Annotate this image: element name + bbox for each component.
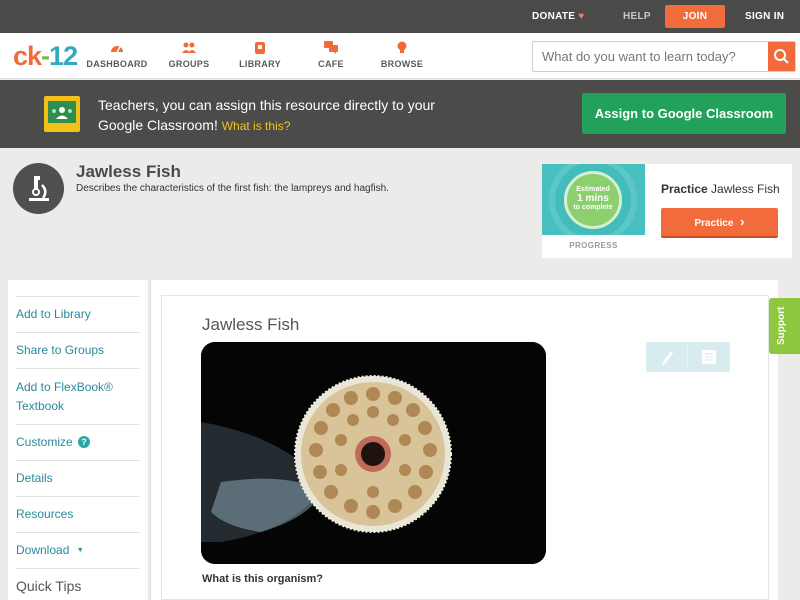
donate-label: DONATE xyxy=(532,11,576,22)
cafe-icon xyxy=(324,41,338,54)
concept-description: Describes the characteristics of the fir… xyxy=(76,183,389,194)
main-nav: ck-12 DASHBOARD GROUPS LIBRARY CAFE BROW… xyxy=(0,33,800,79)
classroom-message: Teachers, you can assign this resource d… xyxy=(98,95,478,136)
annotation-toolbar xyxy=(646,342,730,372)
concept-title: Jawless Fish xyxy=(76,162,181,181)
donate-link[interactable]: DONATE ♥ xyxy=(532,0,585,33)
search-button[interactable] xyxy=(768,42,795,71)
sign-in-link[interactable]: SIGN IN xyxy=(745,0,784,33)
quick-tips-heading: Quick Tips xyxy=(16,568,139,600)
article-title: Jawless Fish xyxy=(202,315,300,334)
support-label: Support xyxy=(776,306,787,345)
logo-num: 12 xyxy=(49,41,78,71)
sidebar: Add to Library Share to Groups Add to Fl… xyxy=(8,280,148,600)
practice-card: Estimated 1 mins to complete PROGRESS Pr… xyxy=(542,164,792,258)
quick-tips-label: Quick Tips xyxy=(16,578,82,594)
nav-browse-label: BROWSE xyxy=(380,59,424,69)
search-input[interactable] xyxy=(533,42,769,71)
estimated-mins: 1 mins xyxy=(577,193,609,204)
practice-name: Jawless Fish xyxy=(711,182,780,196)
question-heading: What is this organism? xyxy=(202,573,324,585)
lamprey-mouth-photo xyxy=(201,342,546,564)
practice-bold: Practice xyxy=(661,182,708,196)
library-icon xyxy=(255,42,265,54)
notes-icon[interactable] xyxy=(688,342,730,372)
progress-label: PROGRESS xyxy=(569,241,618,250)
practice-button[interactable]: Practice › xyxy=(661,208,778,238)
sidebar-item-label: Details xyxy=(16,471,53,485)
sidebar-item-label: Resources xyxy=(16,507,74,521)
sidebar-item-label: Add to Library xyxy=(16,307,91,321)
browse-icon xyxy=(397,41,407,53)
sidebar-item-share-to-groups[interactable]: Share to Groups xyxy=(16,332,139,368)
nav-library-label: LIBRARY xyxy=(239,59,281,69)
heart-icon: ♥ xyxy=(578,11,585,22)
pencil-icon[interactable] xyxy=(646,342,687,372)
sidebar-item-resources[interactable]: Resources xyxy=(16,496,139,532)
sidebar-item-add-to-flexbook[interactable]: Add to FlexBook® Textbook xyxy=(16,368,139,424)
to-complete-label: to complete xyxy=(573,204,613,211)
assign-to-google-classroom-button[interactable]: Assign to Google Classroom xyxy=(582,93,786,134)
nav-groups-label: GROUPS xyxy=(168,59,210,69)
logo-dash: - xyxy=(41,41,50,71)
nav-cafe[interactable]: CAFE xyxy=(296,41,366,69)
ck12-logo[interactable]: ck-12 xyxy=(13,41,78,72)
sidebar-item-customize[interactable]: Customize ? xyxy=(16,424,139,460)
sidebar-item-add-to-library[interactable]: Add to Library xyxy=(16,296,139,332)
sidebar-item-download[interactable]: Download ▼ xyxy=(16,532,139,568)
nav-cafe-label: CAFE xyxy=(318,59,344,69)
sidebar-item-label: Download xyxy=(16,543,70,557)
sidebar-item-label: Add to FlexBook® Textbook xyxy=(16,380,113,413)
estimated-time-badge: Estimated 1 mins to complete xyxy=(564,171,622,229)
top-bar: DONATE ♥ HELP JOIN SIGN IN xyxy=(0,0,800,33)
sidebar-item-label: Share to Groups xyxy=(16,343,105,357)
practice-button-label: Practice xyxy=(694,218,734,229)
what-is-this-link[interactable]: What is this? xyxy=(222,119,291,133)
support-tab[interactable]: Support xyxy=(769,298,800,354)
dashboard-icon xyxy=(111,46,123,53)
groups-icon xyxy=(182,42,196,53)
nav-browse[interactable]: BROWSE xyxy=(367,41,437,69)
caret-down-icon: ▼ xyxy=(76,547,84,554)
progress-image: Estimated 1 mins to complete xyxy=(542,164,645,235)
microscope-icon xyxy=(13,163,64,214)
sidebar-item-details[interactable]: Details xyxy=(16,460,139,496)
logo-ck: ck xyxy=(13,41,42,71)
practice-title: Practice Jawless Fish xyxy=(661,182,780,196)
nav-dashboard[interactable]: DASHBOARD xyxy=(82,41,152,69)
join-button[interactable]: JOIN xyxy=(665,5,725,28)
help-icon[interactable]: ? xyxy=(78,436,91,448)
google-classroom-icon xyxy=(44,96,80,132)
nav-dashboard-label: DASHBOARD xyxy=(86,59,148,69)
nav-groups[interactable]: GROUPS xyxy=(154,41,224,69)
nav-library[interactable]: LIBRARY xyxy=(225,41,295,69)
chevron-right-icon: › xyxy=(740,214,745,229)
help-link[interactable]: HELP xyxy=(623,0,651,33)
search-box xyxy=(532,41,796,72)
sidebar-item-label: Customize xyxy=(16,435,73,449)
search-icon xyxy=(774,49,789,64)
